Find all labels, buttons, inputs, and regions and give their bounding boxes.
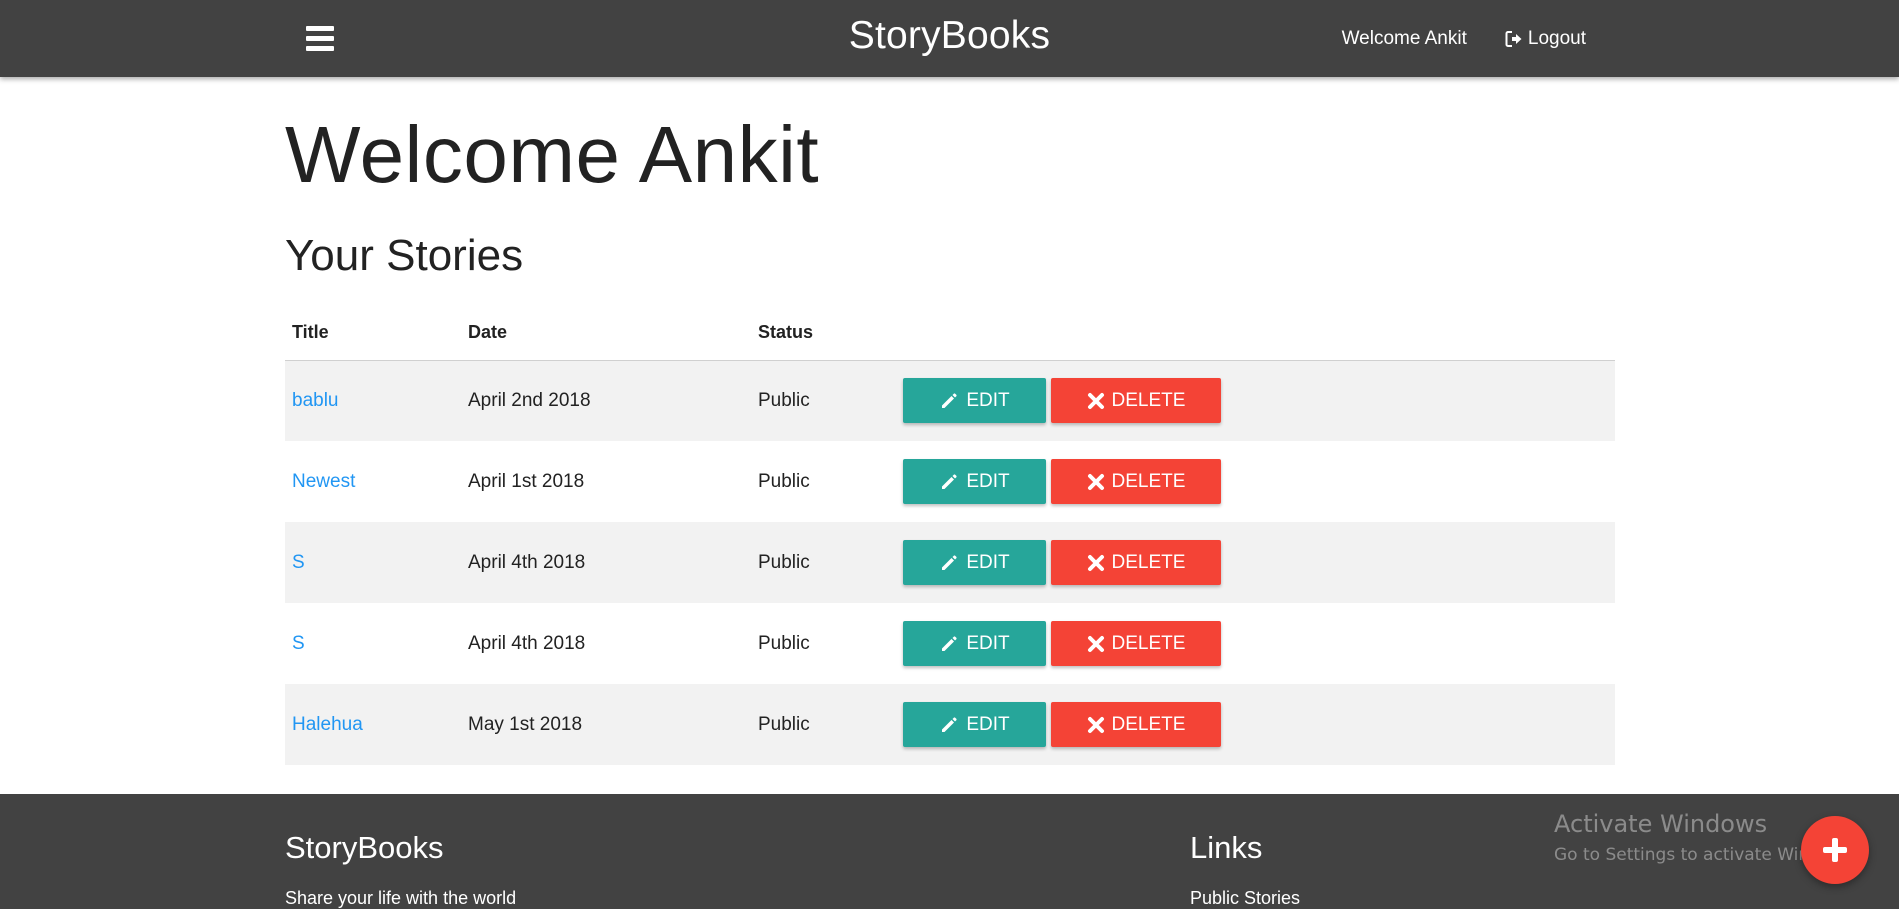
footer-link-public-stories[interactable]: Public Stories	[1190, 888, 1300, 909]
story-date-cell: April 4th 2018	[468, 551, 586, 573]
story-actions-cell: EDIT DELETE	[896, 360, 1615, 441]
edit-button-label: EDIT	[966, 713, 1010, 735]
story-title-link[interactable]: Newest	[292, 471, 355, 492]
story-actions-cell: EDIT DELETE	[896, 522, 1615, 603]
story-actions-cell: EDIT DELETE	[896, 441, 1615, 522]
story-title-cell: Halehua	[285, 684, 461, 765]
footer-brand: StoryBooks	[285, 830, 444, 865]
delete-button-label: DELETE	[1111, 551, 1186, 573]
delete-button[interactable]: DELETE	[1051, 459, 1221, 504]
column-header-date: Date	[461, 305, 751, 361]
story-actions-cell: EDIT DELETE	[896, 684, 1615, 765]
story-title-link[interactable]: bablu	[292, 390, 339, 411]
delete-button-label: DELETE	[1111, 713, 1186, 735]
story-date-cell: April 4th 2018	[468, 632, 586, 654]
edit-button[interactable]: EDIT	[903, 378, 1046, 424]
story-status-cell: Public	[758, 389, 810, 411]
story-date-cell: May 1st 2018	[468, 713, 583, 735]
story-title-link[interactable]: S	[292, 552, 305, 573]
brand-link[interactable]: StoryBooks	[849, 14, 1050, 57]
column-header-status: Status	[751, 305, 896, 361]
footer-links-title: Links	[1190, 830, 1263, 865]
pencil-icon	[942, 635, 957, 651]
story-title-cell: S	[285, 603, 461, 684]
delete-button-label: DELETE	[1111, 389, 1186, 411]
story-actions-cell: EDIT DELETE	[896, 603, 1615, 684]
table-row: bablu April 2nd 2018 Public EDIT DELETE	[285, 360, 1615, 441]
table-row: Newest April 1st 2018 Public EDIT DELETE	[285, 441, 1615, 522]
story-status-cell: Public	[758, 713, 810, 735]
column-header-actions	[896, 305, 1615, 361]
edit-button[interactable]: EDIT	[903, 540, 1046, 585]
table-row: S April 4th 2018 Public EDIT DELETE	[285, 603, 1615, 684]
nav-right: Welcome Ankit Logout	[1323, 0, 1598, 77]
pencil-icon	[942, 716, 957, 732]
story-status-cell: Public	[758, 551, 810, 573]
delete-button[interactable]: DELETE	[1051, 702, 1221, 747]
story-title-link[interactable]: Halehua	[292, 714, 363, 735]
story-date-cell: April 2nd 2018	[468, 389, 591, 411]
close-icon	[1087, 554, 1104, 571]
logout-link[interactable]: Logout	[1486, 28, 1598, 50]
delete-button-label: DELETE	[1111, 632, 1186, 654]
page-title: Welcome Ankit	[285, 110, 820, 199]
stories-table-body: bablu April 2nd 2018 Public EDIT DELETE Newes…	[285, 360, 1615, 765]
close-icon	[1087, 473, 1104, 490]
pencil-icon	[942, 473, 957, 489]
edit-button-label: EDIT	[966, 551, 1010, 573]
story-title-cell: S	[285, 522, 461, 603]
edit-button-label: EDIT	[966, 470, 1010, 492]
table-header-row: Title Date Status	[285, 305, 1615, 361]
table-row: S April 4th 2018 Public EDIT DELETE	[285, 522, 1615, 603]
delete-button-label: DELETE	[1111, 470, 1186, 492]
edit-button[interactable]: EDIT	[903, 702, 1046, 747]
story-date-cell: April 1st 2018	[468, 470, 585, 492]
logout-label: Logout	[1527, 27, 1586, 49]
story-status-cell: Public	[758, 470, 810, 492]
close-icon	[1087, 635, 1104, 652]
story-title-cell: bablu	[285, 360, 461, 441]
pencil-icon	[942, 393, 957, 408]
edit-button[interactable]: EDIT	[903, 621, 1046, 666]
add-story-fab[interactable]	[1801, 816, 1869, 884]
brand-logo: StoryBooks	[0, 14, 1899, 58]
nav-welcome-label: Welcome Ankit	[1341, 27, 1467, 49]
edit-button-label: EDIT	[966, 389, 1010, 411]
story-title-cell: Newest	[285, 441, 461, 522]
delete-button[interactable]: DELETE	[1051, 378, 1221, 424]
table-row: Halehua May 1st 2018 Public EDIT DELETE	[285, 684, 1615, 765]
delete-button[interactable]: DELETE	[1051, 540, 1221, 585]
footer-tagline: Share your life with the world	[285, 888, 517, 908]
story-status-cell: Public	[758, 632, 810, 654]
delete-button[interactable]: DELETE	[1051, 621, 1221, 666]
edit-button[interactable]: EDIT	[903, 459, 1046, 504]
section-title: Your Stories	[285, 231, 524, 280]
navbar: StoryBooks Welcome Ankit Logout	[0, 0, 1899, 77]
pencil-icon	[942, 554, 957, 570]
hamburger-menu-icon[interactable]	[301, 23, 341, 55]
column-header-title: Title	[285, 305, 461, 361]
nav-welcome-link[interactable]: Welcome Ankit	[1323, 28, 1486, 50]
stories-table: Title Date Status bablu April 2nd 2018 Pub…	[285, 305, 1615, 765]
close-icon	[1087, 392, 1104, 409]
story-title-link[interactable]: S	[292, 633, 305, 654]
edit-button-label: EDIT	[966, 632, 1010, 654]
sign-out-icon	[1505, 30, 1522, 47]
close-icon	[1087, 716, 1104, 733]
